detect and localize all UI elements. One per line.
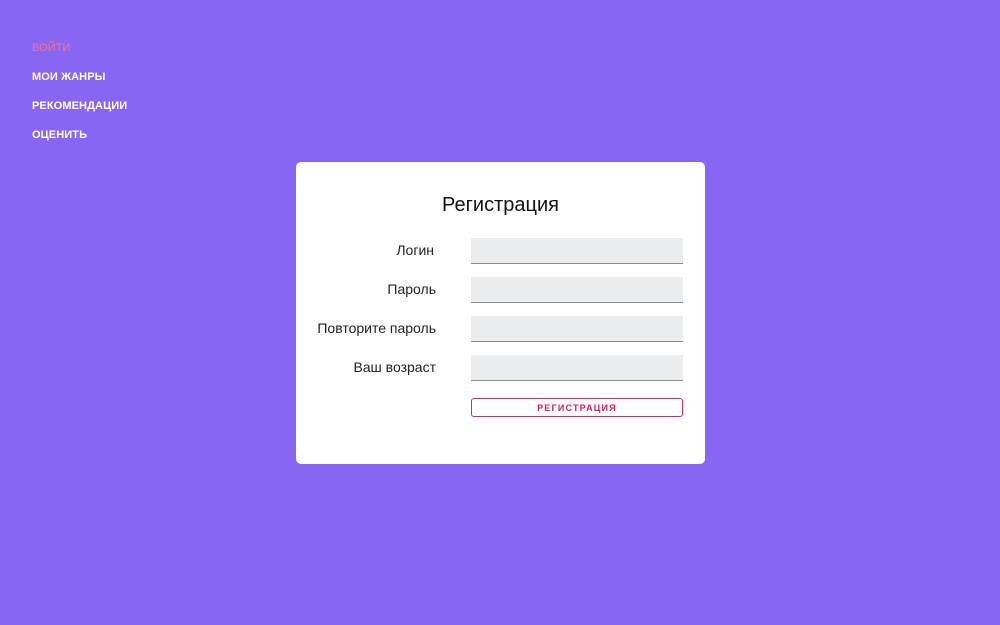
login-label: Логин: [396, 242, 434, 258]
repeat-password-input[interactable]: [471, 316, 683, 342]
password-label: Пароль: [387, 281, 436, 297]
register-button[interactable]: РЕГИСТРАЦИЯ: [471, 398, 683, 417]
registration-card: Регистрация Логин Пароль Повторите парол…: [296, 162, 705, 464]
nav-item-rate[interactable]: ОЦЕНИТЬ: [32, 127, 127, 156]
login-input[interactable]: [471, 238, 683, 264]
age-input[interactable]: [471, 355, 683, 381]
password-input[interactable]: [471, 277, 683, 303]
repeat-password-label: Повторите пароль: [317, 320, 436, 336]
main-nav: ВОЙТИ МОИ ЖАНРЫ РЕКОМЕНДАЦИИ ОЦЕНИТЬ: [32, 40, 127, 156]
nav-item-my-genres[interactable]: МОИ ЖАНРЫ: [32, 69, 127, 98]
form-title: Регистрация: [442, 194, 559, 216]
age-row: Ваш возраст: [296, 355, 705, 381]
password-row: Пароль: [296, 277, 705, 303]
nav-item-login[interactable]: ВОЙТИ: [32, 40, 127, 69]
repeat-password-row: Повторите пароль: [296, 316, 705, 342]
age-label: Ваш возраст: [353, 359, 436, 375]
nav-item-recommendations[interactable]: РЕКОМЕНДАЦИИ: [32, 98, 127, 127]
login-row: Логин: [296, 238, 705, 264]
